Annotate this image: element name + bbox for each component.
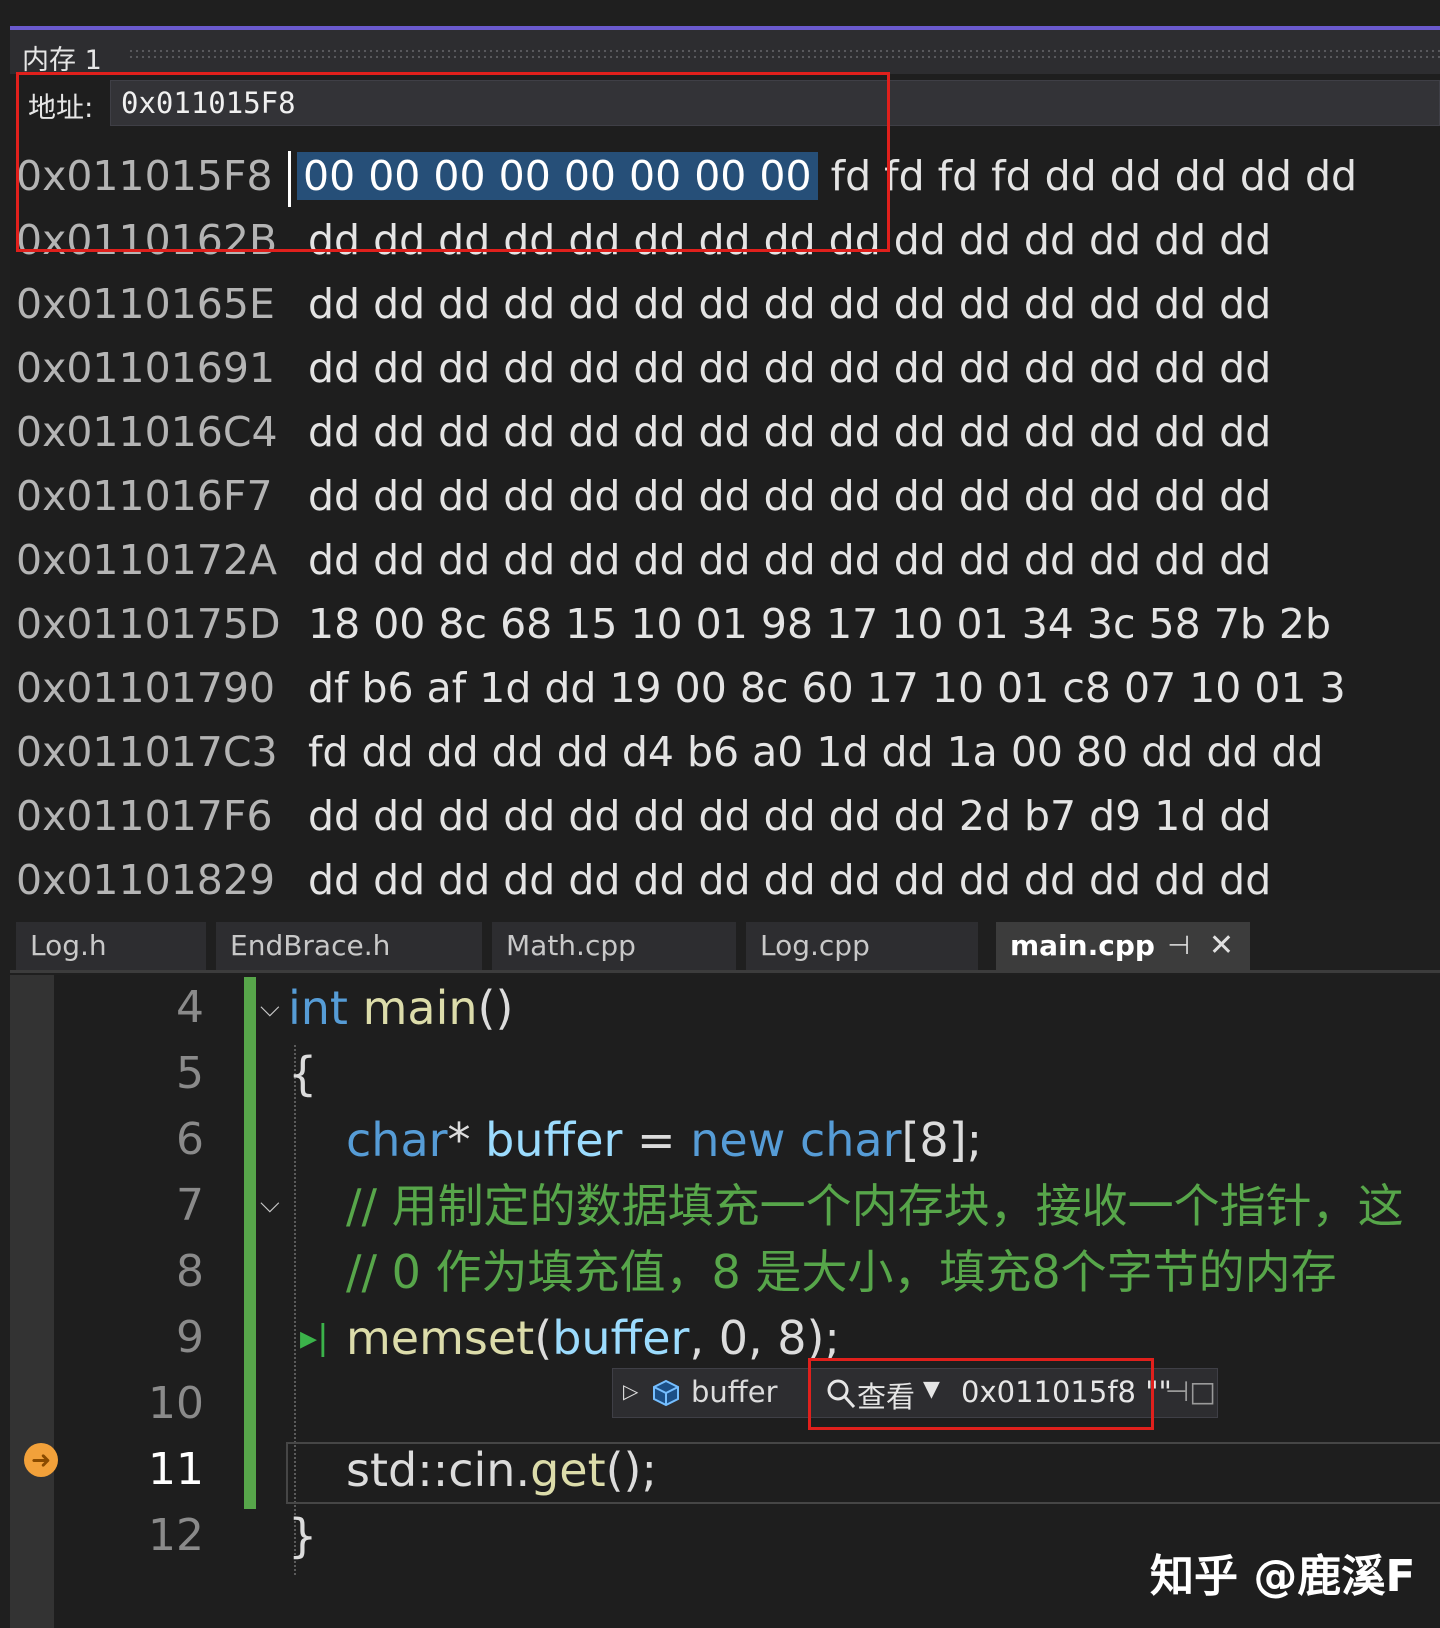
code-line-11: std::cin.get(); [346, 1437, 657, 1503]
memory-row-bytes: 18 00 8c 68 15 10 01 98 17 10 01 34 3c 5… [308, 600, 1332, 648]
code-token: * [447, 1113, 486, 1167]
memory-row-bytes: dd dd dd dd dd dd dd dd dd dd dd dd dd d… [308, 344, 1272, 392]
code-comment: // 0 作为填充值，8 是大小，填充8个字节的内存 [346, 1245, 1337, 1299]
memory-row-address: 0x011016F7 [16, 472, 273, 520]
code-token: main [362, 981, 478, 1035]
tab-strip-underline [10, 970, 1440, 973]
variable-icon [653, 1379, 679, 1407]
line-number: 8 [176, 1246, 204, 1297]
tab-label: main.cpp [1010, 929, 1155, 962]
pin-icon[interactable]: ⊣ [1167, 922, 1190, 970]
code-token-hovered[interactable]: buffer [552, 1311, 689, 1365]
code-token: memset [346, 1311, 535, 1365]
code-token: } [288, 1509, 318, 1563]
code-comment: // 用制定的数据填充一个内存块，接收一个指针，这 [346, 1179, 1404, 1233]
annotation-highlight-box [808, 1358, 1154, 1430]
memory-row-bytes: dd dd dd dd dd dd dd dd dd dd dd dd dd d… [308, 408, 1272, 456]
title-bar-grip [128, 48, 1440, 60]
memory-row-address: 0x011017F6 [16, 792, 273, 840]
line-number-current: 11 [148, 1444, 204, 1495]
code-editor[interactable]: ➜ 4 5 6 7 8 9 10 11 12 ⌵ ⌵ ▸| int main()… [10, 975, 1440, 1628]
line-number: 9 [176, 1312, 204, 1363]
memory-row-bytes: fd dd dd dd dd d4 b6 a0 1d dd 1a 00 80 d… [308, 728, 1324, 776]
memory-row-bytes: dd dd dd dd dd dd dd dd dd dd dd dd dd d… [308, 472, 1272, 520]
memory-row-bytes: df b6 af 1d dd 19 00 8c 60 17 10 01 c8 0… [308, 664, 1346, 712]
current-statement-arrow-icon: ➜ [24, 1443, 58, 1477]
code-token: char [346, 1113, 448, 1167]
tab-log-cpp[interactable]: Log.cpp [746, 922, 978, 972]
code-token: (); [605, 1443, 657, 1497]
code-line-8: // 0 作为填充值，8 是大小，填充8个字节的内存 [346, 1239, 1337, 1305]
memory-row-bytes: dd dd dd dd dd dd dd dd dd dd dd dd dd d… [308, 280, 1272, 328]
pin-icon[interactable]: ⊣□ [1165, 1375, 1216, 1408]
annotation-highlight-box [16, 72, 890, 252]
code-token: { [288, 1047, 318, 1101]
fold-chevron-icon[interactable]: ⌵ [260, 993, 280, 1024]
tab-log-h[interactable]: Log.h [16, 922, 206, 972]
line-number: 10 [148, 1378, 204, 1429]
tab-main-cpp[interactable]: main.cpp ⊣ ✕ [996, 922, 1250, 972]
memory-row-address: 0x0110165E [16, 280, 275, 328]
tab-label: EndBrace.h [230, 929, 391, 962]
memory-window-title-bar[interactable]: 内存 1 [10, 30, 1440, 76]
editor-tab-strip: Log.h EndBrace.h Math.cpp Log.cpp main.c… [10, 912, 1440, 972]
code-line-5: { [288, 1041, 317, 1107]
code-line-12: } [288, 1503, 317, 1569]
tab-label: Log.cpp [760, 929, 870, 962]
code-token: ( [534, 1311, 553, 1365]
memory-row-bytes: dd dd dd dd dd dd dd dd dd dd 2d b7 d9 1… [308, 792, 1272, 840]
datatip-variable-name: buffer [691, 1375, 778, 1409]
code-token: buffer [485, 1113, 623, 1167]
code-token: () [477, 981, 514, 1035]
memory-row-address: 0x011017C3 [16, 728, 278, 776]
tab-math-cpp[interactable]: Math.cpp [492, 922, 736, 972]
memory-row-address: 0x01101790 [16, 664, 276, 712]
memory-row-address: 0x011016C4 [16, 408, 278, 456]
tab-label: Math.cpp [506, 929, 636, 962]
line-number: 7 [176, 1180, 204, 1231]
run-to-click-icon[interactable]: ▸| [300, 1318, 329, 1358]
glyph-margin[interactable] [10, 975, 54, 1628]
code-line-9: memset(buffer, 0, 8); [346, 1305, 840, 1371]
memory-row-address: 0x0110175D [16, 600, 281, 648]
code-token: new [690, 1113, 786, 1167]
code-token: int [288, 981, 348, 1035]
memory-window: 内存 1 地址: 0x011015F8 00 00 00 00 00 00 00… [10, 30, 1440, 900]
memory-row-bytes: dd dd dd dd dd dd dd dd dd dd dd dd dd d… [308, 536, 1272, 584]
code-token: = [622, 1113, 691, 1167]
close-icon[interactable]: ✕ [1209, 922, 1234, 970]
code-token: std:: [346, 1443, 449, 1497]
code-token: , 0, 8); [689, 1311, 840, 1365]
code-line-7: // 用制定的数据填充一个内存块，接收一个指针，这 [346, 1173, 1404, 1239]
tab-endbrace-h[interactable]: EndBrace.h [216, 922, 482, 972]
code-token: get [530, 1443, 606, 1497]
memory-row-address: 0x01101691 [16, 344, 276, 392]
memory-row-bytes: dd dd dd dd dd dd dd dd dd dd dd dd dd d… [308, 856, 1272, 900]
code-token: char [799, 1113, 902, 1167]
line-number: 4 [176, 982, 204, 1033]
tab-label: Log.h [30, 929, 107, 962]
code-token: [8]; [901, 1113, 983, 1167]
code-line-6: char* buffer = new char[8]; [346, 1107, 982, 1173]
watermark: 知乎 @鹿溪F [1150, 1551, 1416, 1602]
code-token: cin [448, 1443, 516, 1497]
memory-row-address: 0x01101829 [16, 856, 276, 900]
code-line-4: int main() [288, 975, 513, 1041]
code-token: . [515, 1443, 531, 1497]
line-number: 12 [148, 1510, 204, 1561]
expand-arrow-icon[interactable]: ▷ [623, 1379, 638, 1403]
fold-chevron-icon[interactable]: ⌵ [260, 1189, 280, 1220]
change-tracking-bar [244, 977, 256, 1509]
line-number: 6 [176, 1114, 204, 1165]
memory-bytes-rest: fd fd fd fd dd dd dd dd dd [830, 152, 1358, 200]
memory-row-address: 0x0110172A [16, 536, 277, 584]
line-number: 5 [176, 1048, 204, 1099]
